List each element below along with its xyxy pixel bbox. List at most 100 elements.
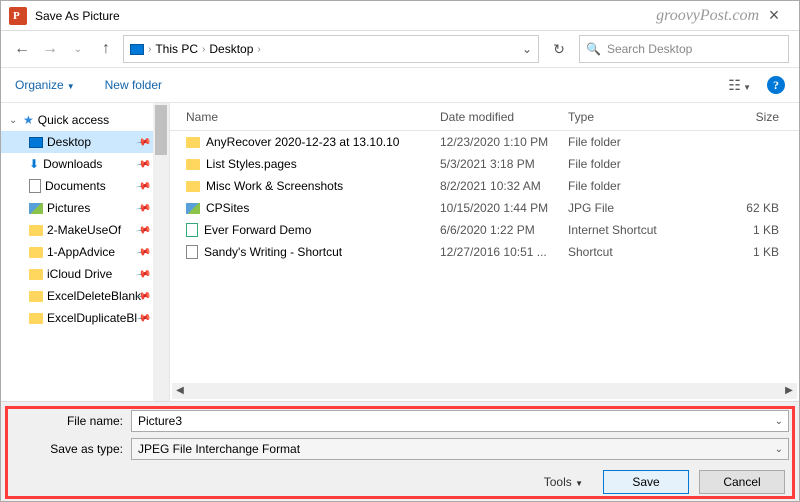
chevron-down-icon: ⌄ [9, 115, 19, 126]
recent-dropdown-icon[interactable]: ⌄ [67, 38, 89, 60]
sidebar-item-label: Downloads [43, 157, 102, 171]
path-root[interactable]: This PC [155, 42, 198, 56]
nav-tree: ⌄ ★ Quick access Desktop📌⬇ Downloads📌 Do… [1, 103, 169, 329]
sidebar-item[interactable]: Desktop 📌 [1, 131, 169, 153]
filename-label: File name: [11, 414, 131, 428]
pc-icon [130, 44, 144, 55]
pin-icon: 📌 [135, 178, 152, 194]
pin-icon: 📌 [135, 200, 152, 216]
file-name: List Styles.pages [206, 157, 297, 171]
file-date: 10/15/2020 1:44 PM [440, 201, 568, 215]
sidebar-item[interactable]: ⬇ Downloads📌 [1, 153, 169, 175]
search-input[interactable]: 🔍 Search Desktop [579, 35, 789, 63]
pin-icon: 📌 [135, 266, 152, 282]
file-row[interactable]: Misc Work & Screenshots 8/2/2021 10:32 AM… [170, 175, 799, 197]
savetype-label: Save as type: [11, 442, 131, 456]
file-name: CPSites [206, 201, 249, 215]
watermark: groovyPost.com [656, 7, 759, 25]
file-row[interactable]: Sandy's Writing - Shortcut12/27/2016 10:… [170, 241, 799, 263]
toolbar: Organize▼ New folder ☷ ▼ ? [1, 67, 799, 103]
file-row[interactable]: Ever Forward Demo6/6/2020 1:22 PMInterne… [170, 219, 799, 241]
sidebar-item-label: Pictures [47, 201, 90, 215]
file-rows: AnyRecover 2020-12-23 at 13.10.10 12/23/2… [170, 131, 799, 383]
col-type[interactable]: Type [568, 110, 688, 124]
sidebar-item-label: iCloud Drive [47, 267, 112, 281]
quick-access[interactable]: ⌄ ★ Quick access [1, 109, 169, 131]
col-date[interactable]: Date modified [440, 110, 568, 124]
scroll-left-icon[interactable]: ◀ [172, 383, 188, 399]
chevron-down-icon[interactable]: ⌄ [775, 416, 783, 427]
chevron-down-icon: ▼ [67, 82, 75, 91]
organize-button[interactable]: Organize▼ [15, 78, 75, 92]
savetype-select[interactable]: JPEG File Interchange Format ⌄ [131, 438, 789, 460]
file-date: 5/3/2021 3:18 PM [440, 157, 568, 171]
chevron-right-icon: › [148, 44, 151, 55]
window-title: Save As Picture [35, 9, 120, 23]
file-name: Ever Forward Demo [204, 223, 311, 237]
sidebar-item[interactable]: Pictures 📌 [1, 197, 169, 219]
file-date: 8/2/2021 10:32 AM [440, 179, 568, 193]
file-type: File folder [568, 179, 688, 193]
file-date: 12/27/2016 10:51 ... [440, 245, 568, 259]
sidebar-item-label: ExcelDeleteBlank [47, 289, 141, 303]
file-size: 1 KB [688, 223, 799, 237]
search-placeholder: Search Desktop [607, 42, 692, 56]
horizontal-scrollbar[interactable]: ◀ ▶ [172, 383, 797, 399]
scroll-right-icon[interactable]: ▶ [781, 383, 797, 399]
file-date: 12/23/2020 1:10 PM [440, 135, 568, 149]
sidebar-item-label: Desktop [47, 135, 91, 149]
search-icon: 🔍 [586, 42, 601, 56]
file-type: File folder [568, 157, 688, 171]
file-list-pane: Name Date modified Type Size AnyRecover … [169, 103, 799, 401]
sidebar-item[interactable]: iCloud Drive 📌 [1, 263, 169, 285]
filename-input[interactable]: Picture3 ⌄ [131, 410, 789, 432]
cancel-button[interactable]: Cancel [699, 470, 785, 494]
file-type: JPG File [568, 201, 688, 215]
chevron-right-icon: › [257, 44, 260, 55]
file-row[interactable]: CPSites10/15/2020 1:44 PMJPG File62 KB [170, 197, 799, 219]
sidebar-scrollbar[interactable] [153, 103, 169, 401]
file-type: File folder [568, 135, 688, 149]
pin-icon: 📌 [135, 156, 152, 172]
filename-value: Picture3 [138, 414, 182, 428]
sidebar-item[interactable]: Documents📌 [1, 175, 169, 197]
file-name: Misc Work & Screenshots [206, 179, 343, 193]
address-bar[interactable]: › This PC › Desktop › ⌄ [123, 35, 539, 63]
sidebar-item[interactable]: 2-MakeUseOf 📌 [1, 219, 169, 241]
col-name[interactable]: Name [170, 110, 440, 124]
sidebar-item[interactable]: ExcelDuplicateBl📌 [1, 307, 169, 329]
quick-access-label: Quick access [38, 113, 109, 127]
up-icon[interactable]: ↑ [95, 38, 117, 60]
view-options-button[interactable]: ☷ ▼ [728, 77, 751, 94]
file-size: 1 KB [688, 245, 799, 259]
col-size[interactable]: Size [688, 110, 799, 124]
forward-icon[interactable]: → [39, 38, 61, 60]
chevron-down-icon: ▼ [575, 479, 583, 488]
savetype-value: JPEG File Interchange Format [138, 442, 300, 456]
chevron-down-icon[interactable]: ⌄ [522, 42, 532, 56]
pin-icon: 📌 [135, 244, 152, 260]
sidebar-item-label: 1-AppAdvice [47, 245, 115, 259]
file-row[interactable]: List Styles.pages 5/3/2021 3:18 PMFile fo… [170, 153, 799, 175]
new-folder-button[interactable]: New folder [105, 78, 162, 92]
path-leaf[interactable]: Desktop [209, 42, 253, 56]
sidebar-item[interactable]: 1-AppAdvice 📌 [1, 241, 169, 263]
tools-button[interactable]: Tools ▼ [544, 475, 583, 489]
refresh-button[interactable]: ↻ [545, 35, 573, 63]
file-row[interactable]: AnyRecover 2020-12-23 at 13.10.10 12/23/2… [170, 131, 799, 153]
save-button[interactable]: Save [603, 470, 689, 494]
file-name: AnyRecover 2020-12-23 at 13.10.10 [206, 135, 399, 149]
pin-icon: 📌 [135, 134, 152, 150]
star-icon: ★ [23, 113, 34, 127]
sidebar-item-label: 2-MakeUseOf [47, 223, 121, 237]
column-headers[interactable]: Name Date modified Type Size [170, 103, 799, 131]
sidebar-item[interactable]: ExcelDeleteBlank📌 [1, 285, 169, 307]
save-panel: File name: Picture3 ⌄ Save as type: JPEG… [1, 401, 799, 501]
chevron-down-icon[interactable]: ⌄ [775, 444, 783, 455]
pin-icon: 📌 [135, 222, 152, 238]
close-button[interactable]: × [759, 5, 789, 26]
sidebar: ⌄ ★ Quick access Desktop📌⬇ Downloads📌 Do… [1, 103, 169, 401]
file-type: Internet Shortcut [568, 223, 688, 237]
back-icon[interactable]: ← [11, 38, 33, 60]
help-icon[interactable]: ? [767, 76, 785, 94]
